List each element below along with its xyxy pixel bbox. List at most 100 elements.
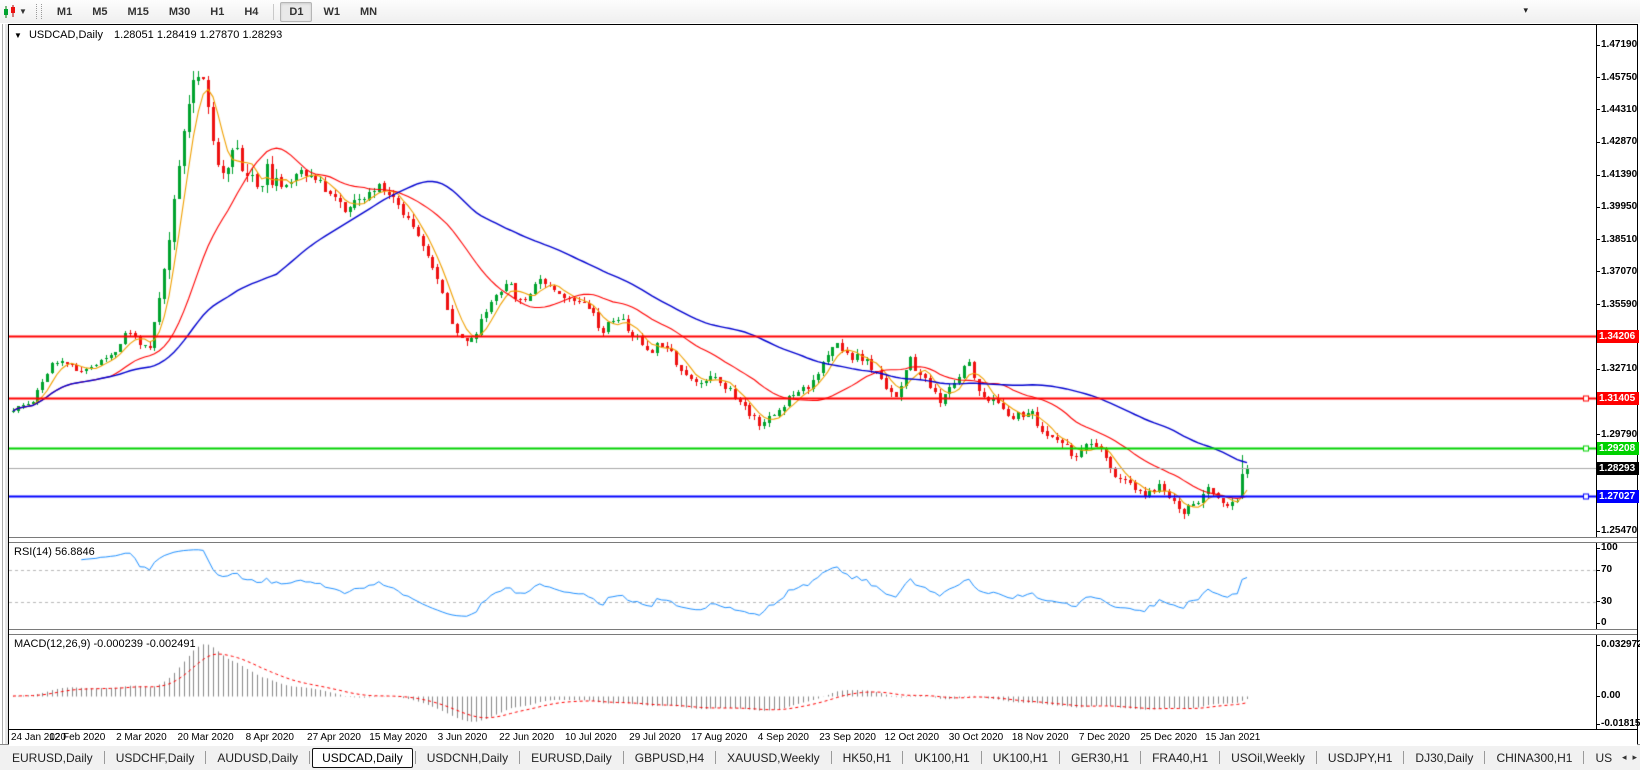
chart-title-ohlc: 1.28051 1.28419 1.27870 1.28293 [114,29,283,41]
rsi-tick-label: 100 [1596,542,1618,553]
macd-axis: 0.032972 0.00 -0.018154 [1595,635,1640,729]
tab-separator [1315,751,1317,764]
price-tick-label: 1.44310 [1595,103,1638,115]
tab-gbpusd-h4[interactable]: GBPUSD,H4 [626,748,713,768]
timeframe-button-d1[interactable]: D1 [280,1,313,22]
timeframe-button-h1[interactable]: H1 [201,2,233,22]
tab-usdjpy-h1[interactable]: USDJPY,H1 [1319,748,1401,768]
rsi-panel: RSI(14) 56.8846 100 70 30 0 [9,542,1637,629]
chart-tab-bar: EURUSD,Daily USDCHF,Daily AUDUSD,Daily USDC… [0,744,1640,770]
tab-scroll-right-icon[interactable]: ▸ [1632,752,1637,763]
tab-separator [1583,751,1585,764]
toolbar-overflow-icon[interactable]: ▾ [1523,5,1528,16]
chart-title: ▼ USDCAD,Daily 1.28051 1.28419 1.27870 1… [14,29,282,41]
tab-separator [414,751,416,764]
tab-separator [715,751,717,764]
chart-type-icon[interactable]: ▼ [0,4,31,20]
date-label: 27 Apr 2020 [307,732,361,743]
price-tick-label: 1.41390 [1595,169,1638,181]
price-tick-label: 1.29790 [1595,428,1638,440]
date-label: 30 Oct 2020 [948,732,1004,743]
tab-fra40-h1[interactable]: FRA40,H1 [1143,748,1217,768]
rsi-canvas[interactable] [9,543,1597,629]
timeframe-button-m15[interactable]: M15 [118,2,157,22]
hline-price-badge: 1.27027 [1597,490,1639,504]
date-label: 8 Apr 2020 [245,732,294,743]
macd-tick-label: 0.00 [1595,690,1621,701]
tab-separator [1140,751,1142,764]
tab-dj30-daily[interactable]: DJ30,Daily [1406,748,1482,768]
one-click-toggle-icon[interactable]: ▼ [14,31,22,40]
date-label: 20 Mar 2020 [177,732,234,743]
macd-tick-label: -0.018154 [1595,718,1640,729]
hline-price-badge: 1.34206 [1597,329,1639,343]
chevron-down-icon: ▼ [19,7,27,16]
date-label: 18 Nov 2020 [1011,732,1069,743]
tab-separator [519,751,521,764]
tab-separator [980,751,982,764]
tab-xauusd-weekly[interactable]: XAUUSD,Weekly [718,748,828,768]
date-label: 15 May 2020 [369,732,428,743]
tab-separator [1219,751,1221,764]
hline-price-badge: 1.31405 [1597,392,1639,406]
tab-usdcad-daily[interactable]: USDCAD,Daily [312,747,413,768]
timeframe-button-h4[interactable]: H4 [235,2,267,22]
tab-separator [1403,751,1405,764]
tab-eurusd-daily[interactable]: EURUSD,Daily [522,748,621,768]
tab-ger30-h1[interactable]: GER30,H1 [1062,748,1138,768]
rsi-tick-label: 0 [1596,617,1607,628]
top-toolbar: ▼ M1 M5 M15 M30 H1 H4 D1 W1 MN ▾ [0,0,1640,23]
main-chart-canvas[interactable] [9,25,1597,537]
tab-uk100-h1[interactable]: UK100,H1 [984,748,1057,768]
rsi-tick-label: 70 [1595,564,1613,576]
price-axis: 1.47190 1.45750 1.44310 1.42870 1.41390 1.399… [1595,25,1639,537]
timeframe-button-mn[interactable]: MN [351,2,386,22]
date-label: 17 Aug 2020 [691,732,748,743]
tab-us[interactable]: US [1586,748,1621,768]
price-tick-label: 1.45750 [1595,71,1638,83]
tab-china300-h1[interactable]: CHINA300,H1 [1487,748,1581,768]
tab-hk50-h1[interactable]: HK50,H1 [834,748,901,768]
price-tick-label: 1.47190 [1595,39,1638,51]
tab-separator [830,751,832,764]
rsi-axis: 100 70 30 0 [1595,542,1637,629]
macd-panel: MACD(12,26,9) -0.000239 -0.002491 0.0329… [9,635,1640,729]
date-label: 29 Jul 2020 [629,732,681,743]
tab-usdcnh-daily[interactable]: USDCNH,Daily [418,748,517,768]
tab-separator [205,751,207,764]
tab-audusd-daily[interactable]: AUDUSD,Daily [208,748,307,768]
date-label: 15 Jan 2021 [1205,732,1261,743]
timeframe-button-w1[interactable]: W1 [314,2,349,22]
tab-usdchf-daily[interactable]: USDCHF,Daily [107,748,204,768]
timeframe-button-m5[interactable]: M5 [83,2,116,22]
timeframe-button-m1[interactable]: M1 [48,2,81,22]
date-label: 12 Oct 2020 [884,732,940,743]
toolbar-separator [273,3,275,20]
price-tick-label: 1.38510 [1595,233,1638,245]
tab-separator [1484,751,1486,764]
date-label: 23 Sep 2020 [819,732,876,743]
rsi-tick-label: 30 [1595,595,1613,607]
tab-scroll-left-icon[interactable]: ◂ [1622,752,1627,763]
date-label: 10 Jul 2020 [564,732,617,743]
macd-tick-label: 0.032972 [1596,639,1640,650]
date-axis: 24 Jan 2020 12 Feb 2020 2 Mar 2020 20 Mar 2… [9,729,1637,746]
macd-canvas[interactable] [9,635,1597,729]
chart-window: ▼ USDCAD,Daily 1.28051 1.28419 1.27870 1… [8,24,1640,746]
date-label: 2 Mar 2020 [116,732,167,743]
macd-label: MACD(12,26,9) -0.000239 -0.002491 [14,638,196,650]
timeframe-button-m30[interactable]: M30 [160,2,199,22]
price-tick-label: 1.42870 [1595,136,1638,147]
chart-title-symbol: USDCAD,Daily [28,29,103,41]
date-label: 3 Jun 2020 [437,732,488,743]
tab-uk100-h1[interactable]: UK100,H1 [905,748,978,768]
tab-eurusd-daily[interactable]: EURUSD,Daily [3,748,102,768]
candlestick-icon [4,4,15,18]
rsi-label: RSI(14) 56.8846 [14,546,95,558]
tab-usoil-weekly[interactable]: USOil,Weekly [1222,748,1314,768]
toolbar-grip[interactable] [35,4,42,19]
date-label: 12 Feb 2020 [49,732,106,743]
hline-price-badge: 1.29208 [1597,441,1639,455]
tab-separator [309,751,311,764]
tab-separator [103,751,105,764]
